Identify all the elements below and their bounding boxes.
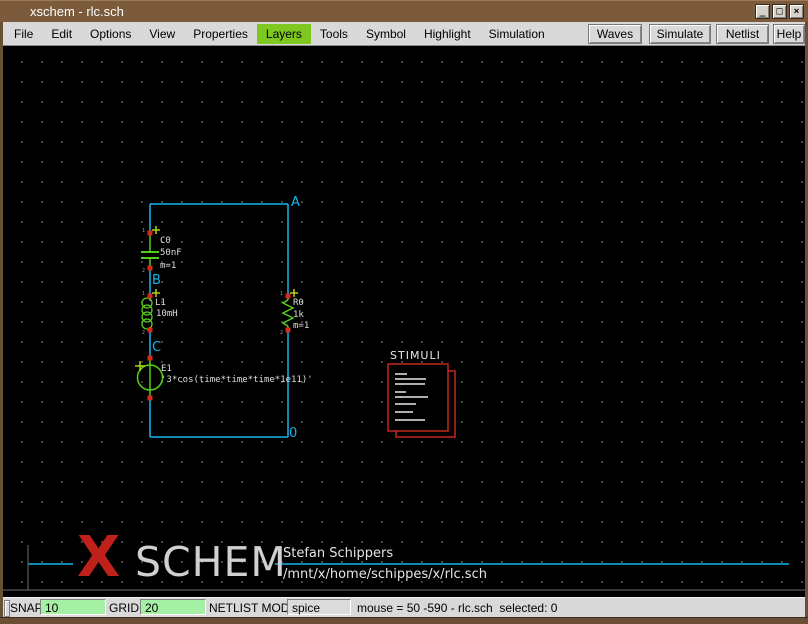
- net-label-c[interactable]: C: [152, 341, 161, 354]
- vsource-value[interactable]: '3*cos(time*time*time*1e11)': [161, 375, 313, 385]
- title-bar[interactable]: xschem - rlc.sch _ □ ×: [0, 0, 808, 22]
- menu-item-simulation[interactable]: Simulation: [480, 24, 554, 44]
- window-controls: _ □ ×: [755, 4, 804, 19]
- pin-number: 1: [280, 291, 283, 297]
- netlist-button[interactable]: Netlist: [716, 24, 769, 44]
- vsource-e1[interactable]: [135, 356, 163, 401]
- capacitor-value[interactable]: 50nF: [160, 248, 182, 258]
- menu-item-properties[interactable]: Properties: [184, 24, 257, 44]
- help-button[interactable]: Help: [773, 24, 805, 44]
- pin-number: 2: [142, 330, 145, 336]
- net-label-gnd[interactable]: 0: [289, 427, 297, 440]
- snap-input[interactable]: 10: [40, 599, 106, 615]
- schematic-path-text: /mnt/x/home/schippes/x/rlc.sch: [283, 567, 487, 582]
- logo-x: X: [77, 532, 120, 584]
- capacitor-mult[interactable]: m=1: [160, 261, 176, 271]
- resistor-value[interactable]: 1k: [293, 310, 304, 320]
- pin[interactable]: [148, 356, 153, 361]
- inductor-ref[interactable]: L1: [155, 298, 166, 308]
- pin[interactable]: [148, 231, 153, 236]
- author-text: Stefan Schippers: [283, 546, 393, 561]
- menu-item-tools[interactable]: Tools: [311, 24, 357, 44]
- stimuli-label[interactable]: STIMULI: [390, 349, 441, 362]
- menu-bar: File Edit Options View Properties Layers…: [3, 22, 805, 46]
- capacitor-ref[interactable]: C0: [160, 236, 171, 246]
- maximize-icon[interactable]: □: [772, 4, 787, 19]
- pin[interactable]: [148, 294, 153, 299]
- mouse-status-text: mouse = 50 -590 - rlc.sch selected: 0: [357, 601, 557, 615]
- pin-number: 2: [142, 268, 145, 274]
- netlist-mode-input[interactable]: spice: [287, 599, 351, 615]
- menu-items: File Edit Options View Properties Layers…: [5, 22, 554, 46]
- inductor-value[interactable]: 10mH: [156, 309, 178, 319]
- grid-input[interactable]: 20: [140, 599, 206, 615]
- pin-number: 1: [142, 291, 145, 297]
- pin[interactable]: [148, 266, 153, 271]
- capacitor-c0[interactable]: 1 2: [141, 226, 160, 274]
- net-label-a[interactable]: A: [291, 196, 300, 209]
- pin-number: 1: [142, 228, 145, 234]
- net-label-b[interactable]: B: [152, 274, 161, 287]
- plus-mark-icon: [152, 226, 160, 234]
- window-title: xschem - rlc.sch: [30, 4, 124, 19]
- grid-label: GRID:: [109, 601, 142, 615]
- resistor-mult[interactable]: m=1: [293, 321, 309, 331]
- schematic-drawing: 1 2 1 2: [3, 46, 805, 597]
- stimuli-icon[interactable]: [388, 364, 455, 437]
- pin[interactable]: [148, 396, 153, 401]
- logo-schem: SCHEM: [135, 543, 287, 581]
- resistor-ref[interactable]: R0: [293, 298, 304, 308]
- pin[interactable]: [286, 294, 291, 299]
- waves-button[interactable]: Waves: [588, 24, 642, 44]
- plus-mark-icon: [152, 289, 160, 297]
- menu-item-symbol[interactable]: Symbol: [357, 24, 415, 44]
- menu-item-highlight[interactable]: Highlight: [415, 24, 480, 44]
- pin[interactable]: [148, 328, 153, 333]
- vsource-ref[interactable]: E1: [161, 364, 172, 374]
- plus-mark-icon: [135, 361, 145, 371]
- window-frame-left: [0, 22, 3, 617]
- pin[interactable]: [286, 328, 291, 333]
- menu-item-view[interactable]: View: [140, 24, 184, 44]
- close-icon[interactable]: ×: [789, 4, 804, 19]
- menu-item-options[interactable]: Options: [81, 24, 140, 44]
- schematic-canvas[interactable]: 1 2 1 2: [3, 46, 805, 597]
- plus-mark-icon: [290, 289, 298, 297]
- menu-item-edit[interactable]: Edit: [42, 24, 81, 44]
- menu-item-file[interactable]: File: [5, 24, 42, 44]
- status-bar: SNAP: 10 GRID: 20 NETLIST MODE: spice mo…: [3, 597, 805, 617]
- minimize-icon[interactable]: _: [755, 4, 770, 19]
- menu-item-layers[interactable]: Layers: [257, 24, 311, 44]
- pin-number: 2: [280, 330, 283, 336]
- simulate-button[interactable]: Simulate: [649, 24, 711, 44]
